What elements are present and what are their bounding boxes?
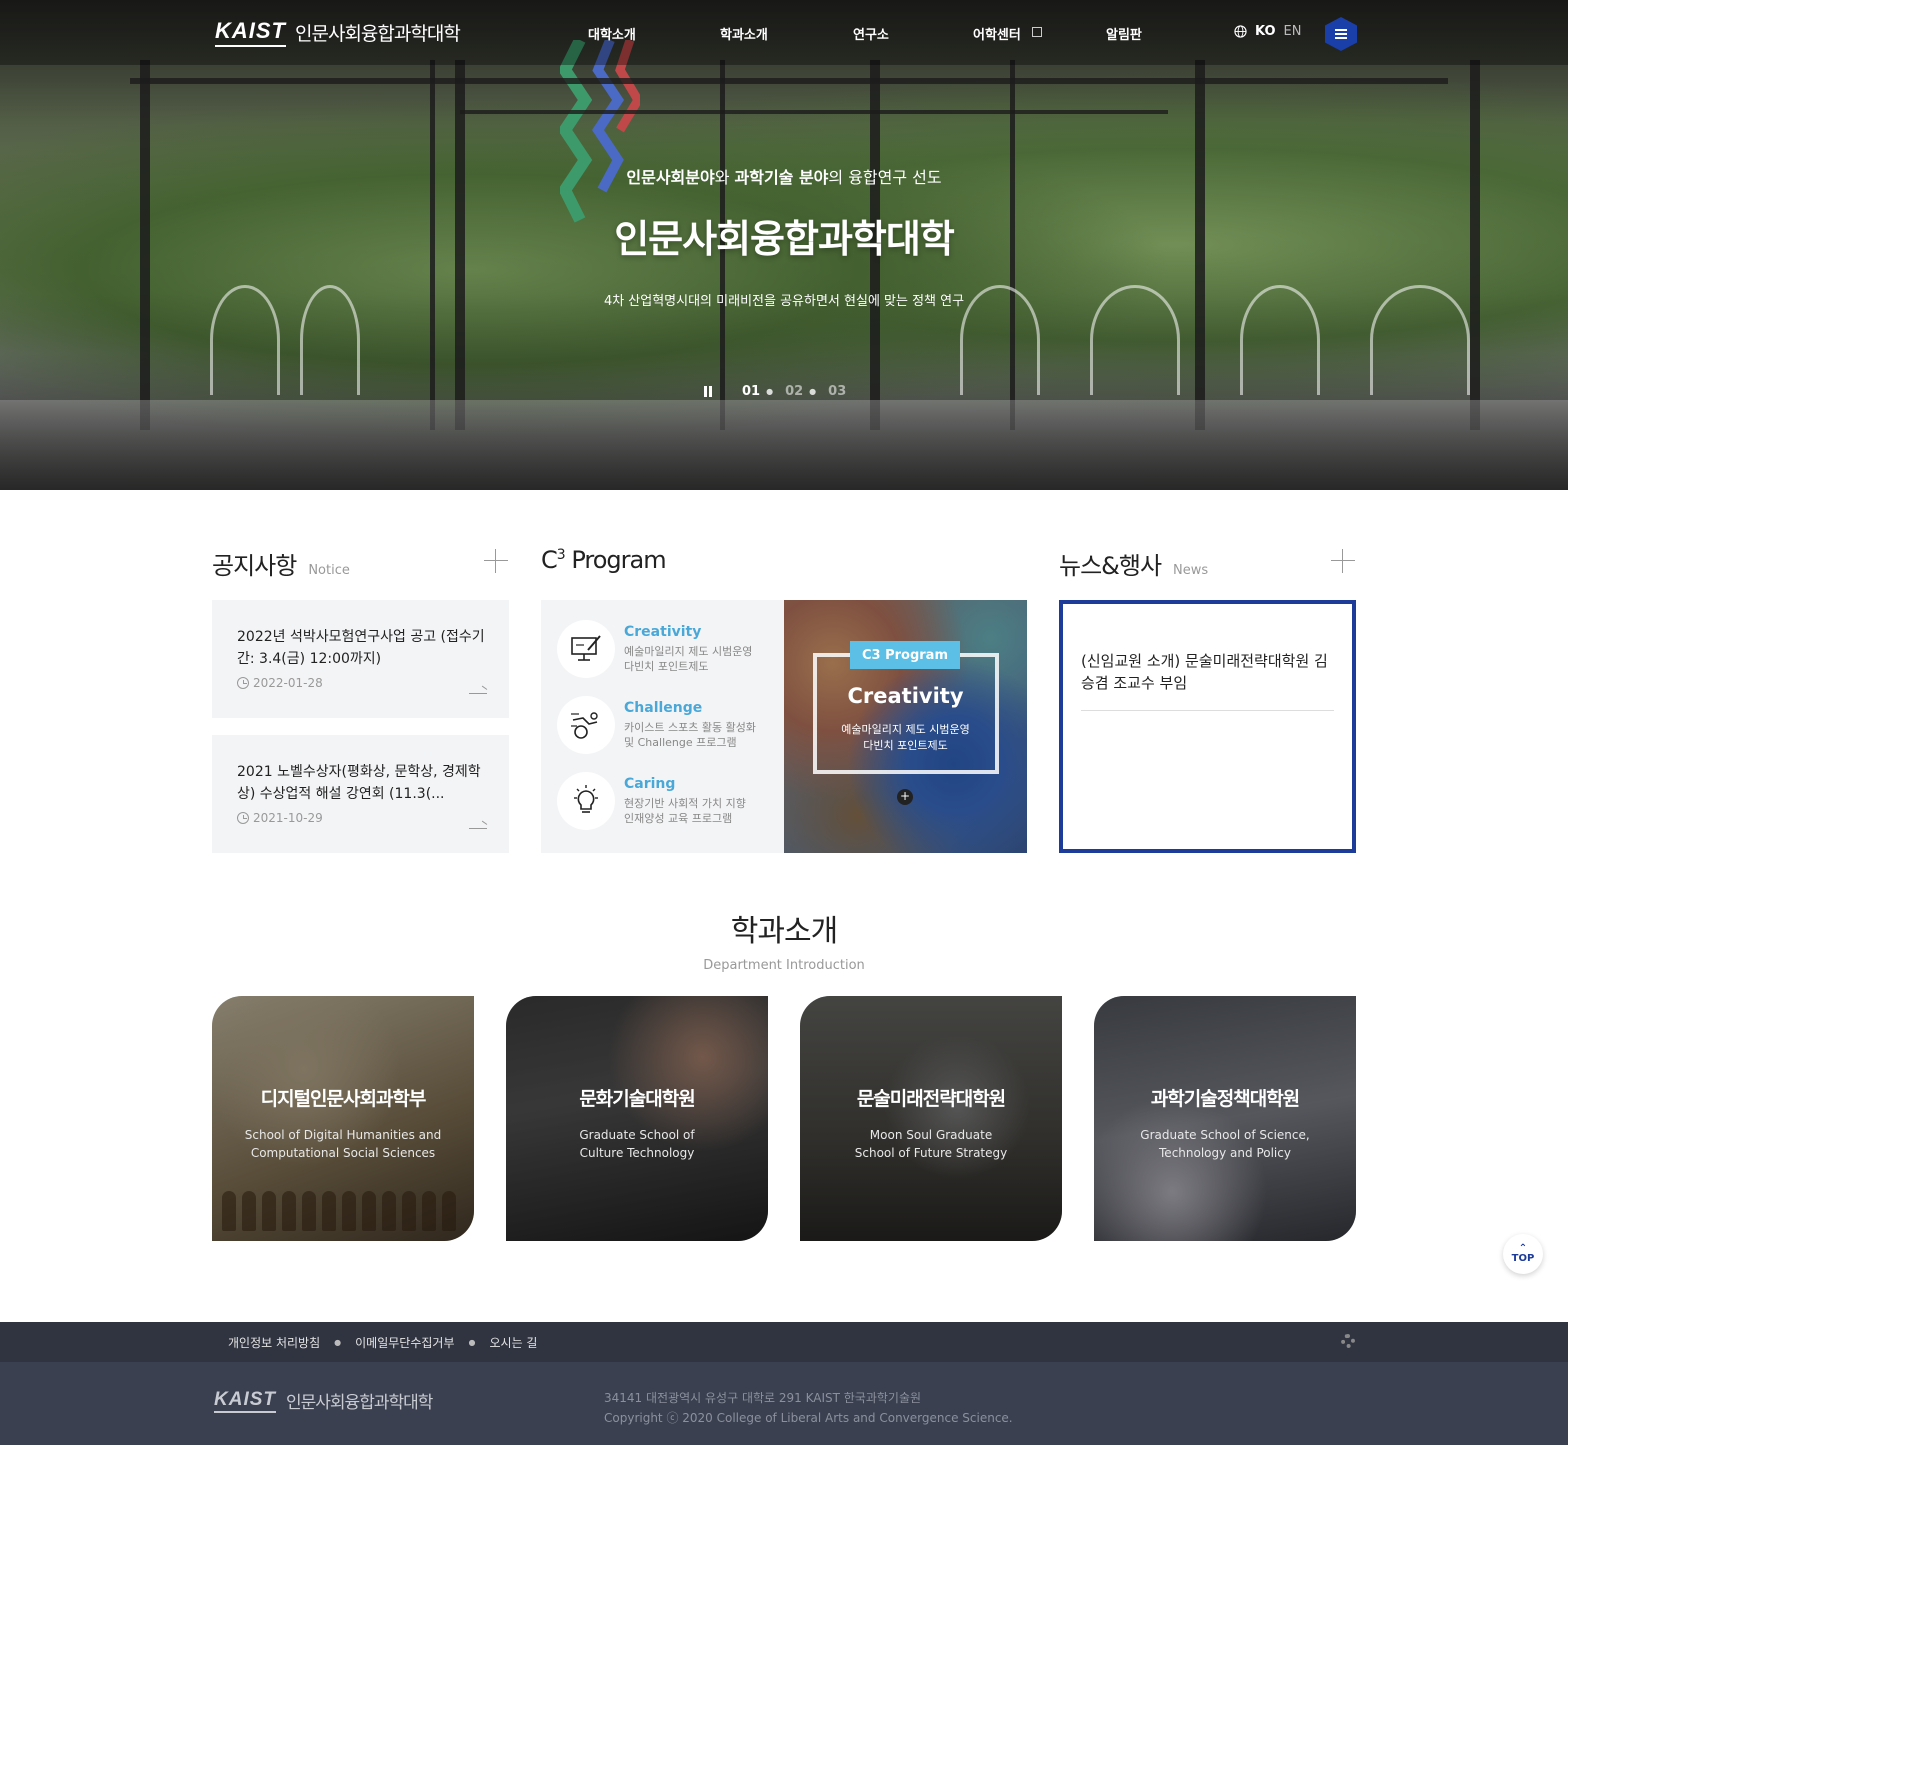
slide-page-2[interactable]: 02 [785,384,803,399]
c3-item-creativity[interactable]: Creativity 예술마일리지 제도 시범운영 다빈치 포인트제도 [557,620,752,678]
footer-logo: KAIST 인문사회융합과학대학 [214,1388,433,1413]
lightbulb-icon [557,772,615,830]
hero-subtitle: 인문사회분야와 과학기술 분야의 융합연구 선도 [626,168,942,187]
footer-link-directions[interactable]: 오시는 길 [489,1334,537,1351]
department-card[interactable]: 문화기술대학원 Graduate School of Culture Techno… [506,996,768,1241]
c3-slide-desc: 예술마일리지 제도 시범운영 다빈치 포인트제도 [841,723,970,752]
department-card[interactable]: 디지털인문사회과학부 School of Digital Humanities … [212,996,474,1241]
department-name: 과학기술정책대학원 [1150,1088,1300,1110]
menu-icon [1335,33,1347,35]
nav-item-departments[interactable]: 학과소개 [720,24,768,43]
notice-item[interactable]: 2022년 석박사모험연구사업 공고 (접수기간: 3.4(금) 12:00까지… [212,600,509,718]
c3-slide-frame [813,653,999,774]
gear-icon[interactable] [1341,1334,1355,1348]
c3-item-desc: 현장기반 사회적 가치 지향 인재양성 교육 프로그램 [624,797,746,825]
notice-item-title: 2021 노벨수상자(평화상, 문학상, 경제학상) 수상업적 해설 강연회 (… [237,764,481,802]
departments-title: 학과소개 [730,914,838,949]
clock-icon [237,677,249,689]
news-panel: (신임교원 소개) 문술미래전략대학원 김승겸 조교수 부임 [1059,600,1356,853]
news-more-plus-icon[interactable] [1331,549,1355,573]
external-link-icon [1032,27,1042,37]
c3-program-slide[interactable]: C3 Program Creativity 예술마일리지 제도 시범운영 다빈치 … [784,600,1027,853]
c3-program-list: Creativity 예술마일리지 제도 시범운영 다빈치 포인트제도 Chall… [541,600,784,853]
c3-item-caring[interactable]: Caring 현장기반 사회적 가치 지향 인재양성 교육 프로그램 [557,772,746,830]
c3-slide-title: Creativity [847,684,964,708]
lang-en[interactable]: EN [1284,24,1302,39]
site-logo[interactable]: KAIST 인문사회융합과학대학 [215,18,461,47]
notice-item-title: 2022년 석박사모험연구사업 공고 (접수기간: 3.4(금) 12:00까지… [237,629,485,667]
slide-page-3[interactable]: 03 [828,384,846,399]
arrow-right-icon [469,693,487,694]
department-name: 문화기술대학원 [579,1088,695,1110]
computer-edit-icon [557,620,615,678]
hero-banner: KAIST 인문사회융합과학대학 대학소개 학과소개 연구소 어학센터 알림판 … [0,0,1568,490]
arrow-right-icon [469,828,487,829]
hero-title: 인문사회융합과학대학 [614,217,955,261]
footer-link-email-policy[interactable]: 이메일무단수집거부 [355,1334,454,1351]
language-switcher: KO EN [1234,24,1302,39]
department-english-name: School of Digital Humanities and Computat… [244,1128,442,1160]
c3-item-title: Challenge [624,700,703,716]
nav-item-board[interactable]: 알림판 [1106,24,1142,43]
nav-item-institutes[interactable]: 연구소 [853,24,889,43]
footer-links: 개인정보 처리방침 ● 이메일무단수집거부 ● 오시는 길 [228,1334,538,1351]
kaist-logo-text: KAIST [215,18,286,47]
footer-link-privacy[interactable]: 개인정보 처리방침 [228,1334,320,1351]
news-heading: 뉴스&행사 News [1059,552,1209,580]
hero-slide-pager: 01 ● 02 ● 03 [704,384,852,399]
college-logo-text: 인문사회융합과학대학 [295,23,461,45]
lang-ko[interactable]: KO [1255,24,1276,39]
nav-item-language-center[interactable]: 어학센터 [973,24,1021,43]
footer-address: 34141 대전광역시 유성구 대학로 291 KAIST 한국과학기술원 Co… [604,1388,1013,1428]
notice-item-date: 2022-01-28 [237,676,485,690]
c3-item-title: Creativity [624,624,702,640]
scroll-top-button[interactable]: ⌃ TOP [1503,1234,1543,1274]
c3-item-desc: 카이스트 스포츠 활동 활성화 및 Challenge 프로그램 [624,721,756,749]
departments-subtitle: Department Introduction [703,958,865,973]
news-item-title[interactable]: (신임교원 소개) 문술미래전략대학원 김승겸 조교수 부임 [1081,650,1334,711]
c3-item-challenge[interactable]: Challenge 카이스트 스포츠 활동 활성화 및 Challenge 프로그… [557,696,756,754]
notice-item[interactable]: 2021 노벨수상자(평화상, 문학상, 경제학상) 수상업적 해설 강연회 (… [212,735,509,853]
c3-program-heading: C3 Program [541,546,667,574]
nav-item-about[interactable]: 대학소개 [588,24,636,43]
c3-slide-tag: C3 Program [850,641,960,669]
department-english-name: Graduate School of Science, Technology an… [1140,1128,1310,1160]
slide-page-1[interactable]: 01 [742,384,760,399]
sports-icon [557,696,615,754]
globe-icon [1234,25,1247,38]
department-name: 디지털인문사회과학부 [260,1088,427,1110]
department-card[interactable]: 문술미래전략대학원 Moon Soul Graduate School of Fu… [800,996,1062,1241]
clock-icon [237,812,249,824]
notice-item-date: 2021-10-29 [237,811,485,825]
footer-copyright: Copyright ⓒ 2020 College of Liberal Arts… [604,1411,1013,1425]
department-english-name: Graduate School of Culture Technology [579,1128,695,1160]
department-card[interactable]: 과학기술정책대학원 Graduate School of Science, Tec… [1094,996,1356,1241]
notice-heading: 공지사항 Notice [212,552,350,580]
c3-slide-more-button[interactable]: + [897,789,913,805]
c3-item-title: Caring [624,776,676,792]
pause-icon[interactable] [704,386,712,397]
department-english-name: Moon Soul Graduate School of Future Strat… [854,1128,1008,1160]
department-name: 문술미래전략대학원 [856,1088,1006,1110]
notice-more-plus-icon[interactable] [484,549,508,573]
c3-item-desc: 예술마일리지 제도 시범운영 다빈치 포인트제도 [624,645,753,673]
hero-description: 4차 산업혁명시대의 미래비전을 공유하면서 현실에 맞는 정책 연구 [603,294,965,309]
